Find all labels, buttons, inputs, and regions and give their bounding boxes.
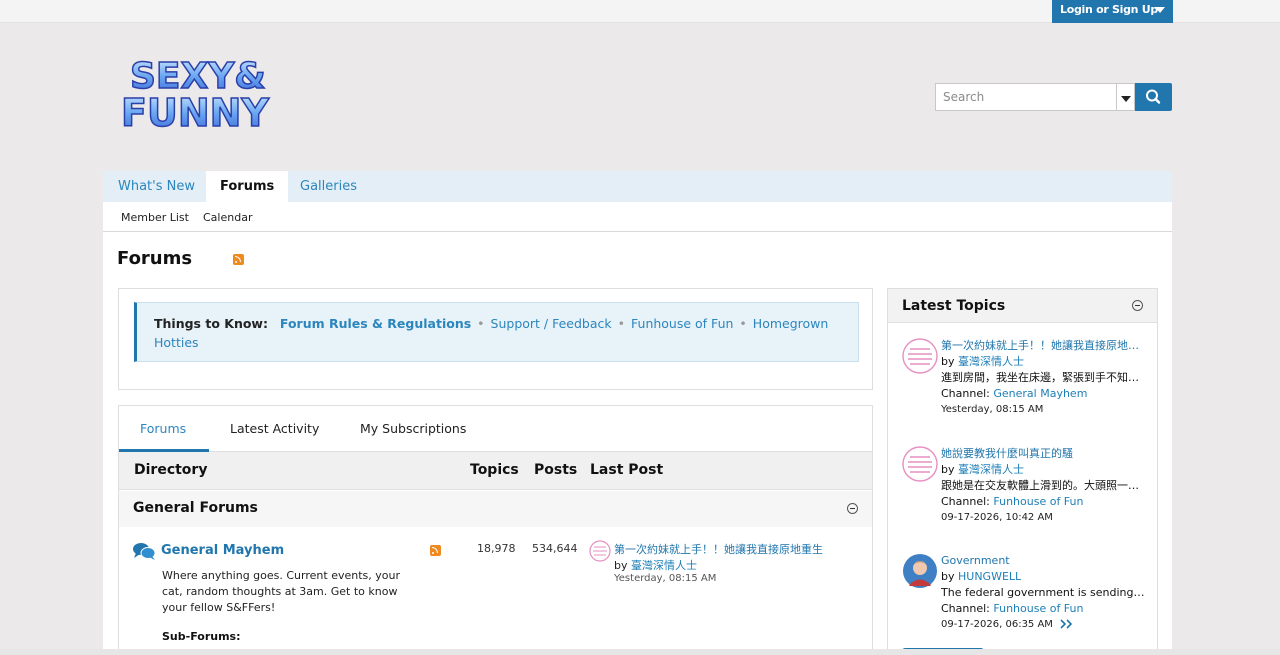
login-signup-label: Login or Sign Up bbox=[1060, 3, 1158, 16]
top-bar: Login or Sign Up bbox=[0, 0, 1280, 23]
forum-posts-count: 534,644 bbox=[532, 542, 578, 555]
by-label: by bbox=[614, 559, 628, 572]
last-post-time: Yesterday, 08:15 AM bbox=[614, 573, 717, 584]
widget-header: Latest Topics bbox=[888, 289, 1157, 323]
topic-item: 第一次約妹就上手！！她讓我直接原地重... by 臺灣深情人士 進到房間，我坐在… bbox=[941, 338, 1146, 418]
forum-topics-count: 18,978 bbox=[477, 542, 516, 555]
things-to-know-notice: Things to Know: Forum Rules & Regulation… bbox=[134, 302, 859, 362]
topic-excerpt: 進到房間，我坐在床邊，緊張到手不知道... bbox=[941, 371, 1146, 384]
page-bottom-edge bbox=[0, 649, 1280, 655]
by-label: by bbox=[941, 355, 955, 368]
topic-excerpt: 跟她是在交友軟體上滑到的。大頭照一張... bbox=[941, 479, 1146, 492]
tab-latest-activity[interactable]: Latest Activity bbox=[230, 421, 319, 436]
subnav-member-list[interactable]: Member List bbox=[121, 211, 189, 224]
topic-avatar bbox=[903, 554, 937, 588]
topic-avatar bbox=[902, 338, 938, 374]
topic-time: 09-17-2026, 06:35 AM bbox=[941, 619, 1053, 630]
page-title: Forums bbox=[117, 248, 193, 269]
section-header: General Forums bbox=[119, 491, 872, 527]
link-forum-rules[interactable]: Forum Rules & Regulations bbox=[280, 316, 471, 331]
main-nav: What's New Forums Galleries bbox=[103, 171, 1172, 202]
forum-listing: Forums Latest Activity My Subscriptions … bbox=[118, 405, 873, 655]
topic-author-link[interactable]: 臺灣深情人士 bbox=[958, 463, 1024, 476]
caret-down-icon bbox=[1121, 96, 1131, 102]
search-icon bbox=[1146, 89, 1161, 104]
forum-name-link[interactable]: General Mayhem bbox=[161, 543, 284, 558]
collapse-icon[interactable] bbox=[847, 503, 858, 514]
topic-channel-link[interactable]: General Mayhem bbox=[993, 387, 1087, 400]
sub-nav: Member List Calendar bbox=[103, 202, 1172, 232]
directory-header: Directory Topics Posts Last Post bbox=[119, 452, 872, 490]
last-post-avatar bbox=[589, 540, 611, 562]
channel-label: Channel: bbox=[941, 602, 990, 615]
topic-author-link[interactable]: 臺灣深情人士 bbox=[958, 355, 1024, 368]
link-funhouse-of-fun[interactable]: Funhouse of Fun bbox=[631, 316, 733, 331]
col-last-post: Last Post bbox=[590, 462, 664, 478]
section-title: General Forums bbox=[133, 500, 258, 516]
forum-rss-icon[interactable] bbox=[430, 545, 441, 556]
subforums-label: Sub-Forums: bbox=[162, 630, 241, 643]
link-support-feedback[interactable]: Support / Feedback bbox=[491, 316, 612, 331]
search-bar bbox=[935, 83, 1172, 111]
forum-chat-icon bbox=[133, 543, 156, 560]
topic-channel-link[interactable]: Funhouse of Fun bbox=[993, 602, 1083, 615]
topic-item: 她說要教我什麼叫真正的騷 by 臺灣深情人士 跟她是在交友軟體上滑到的。大頭照一… bbox=[941, 446, 1146, 526]
last-post-author-link[interactable]: 臺灣深情人士 bbox=[631, 559, 697, 572]
announcement-box: Things to Know: Forum Rules & Regulation… bbox=[118, 288, 873, 390]
topic-avatar bbox=[902, 446, 938, 482]
rss-icon[interactable] bbox=[233, 254, 244, 265]
forum-tabs: Forums Latest Activity My Subscriptions bbox=[119, 406, 872, 452]
subnav-calendar[interactable]: Calendar bbox=[203, 211, 252, 224]
topic-excerpt: The federal government is sending ... bbox=[941, 586, 1146, 599]
chevron-down-icon bbox=[1155, 7, 1165, 13]
topic-time: Yesterday, 08:15 AM bbox=[941, 404, 1044, 415]
tab-my-subscriptions[interactable]: My Subscriptions bbox=[360, 421, 466, 436]
last-post-byline: by 臺灣深情人士 bbox=[614, 557, 697, 573]
widget-collapse-icon[interactable] bbox=[1132, 300, 1143, 311]
search-options-dropdown[interactable] bbox=[1116, 83, 1135, 111]
tab-forums-list[interactable]: Forums bbox=[140, 421, 186, 436]
forum-description: Where anything goes. Current events, you… bbox=[162, 569, 400, 614]
topic-title-link[interactable]: Government bbox=[941, 553, 1146, 569]
topic-title-link[interactable]: 第一次約妹就上手！！她讓我直接原地重... bbox=[941, 338, 1146, 354]
by-label: by bbox=[941, 570, 955, 583]
widget-title: Latest Topics bbox=[902, 298, 1006, 314]
tab-forums[interactable]: Forums bbox=[206, 171, 289, 202]
channel-label: Channel: bbox=[941, 387, 990, 400]
topic-time-row: 09-17-2026, 06:35 AM bbox=[941, 617, 1146, 633]
by-label: by bbox=[941, 463, 955, 476]
channel-label: Channel: bbox=[941, 495, 990, 508]
site-logo[interactable]: SEXY& FUNNY bbox=[118, 52, 293, 132]
col-directory: Directory bbox=[134, 462, 208, 478]
search-button[interactable] bbox=[1135, 83, 1172, 111]
double-chevron-right-icon[interactable] bbox=[1060, 619, 1074, 629]
topic-time: 09-17-2026, 10:42 AM bbox=[941, 512, 1053, 523]
col-posts: Posts bbox=[534, 462, 578, 478]
tab-whats-new[interactable]: What's New bbox=[118, 171, 195, 202]
search-input[interactable] bbox=[935, 83, 1117, 111]
logo-text-line2: FUNNY bbox=[121, 91, 269, 132]
topic-author-link[interactable]: HUNGWELL bbox=[958, 570, 1021, 583]
forum-row: General Mayhem Where anything goes. Curr… bbox=[119, 527, 872, 655]
tab-galleries[interactable]: Galleries bbox=[300, 171, 357, 202]
last-post-title-link[interactable]: 第一次約妹就上手！！她讓我直接原地重生 bbox=[614, 541, 823, 557]
latest-topics-widget: Latest Topics 第一次約妹就上手！！她讓我直接原地重... by 臺… bbox=[887, 288, 1158, 655]
things-to-know-label: Things to Know: bbox=[154, 316, 268, 331]
topic-item: Government by HUNGWELL The federal gover… bbox=[941, 553, 1146, 633]
topic-channel-link[interactable]: Funhouse of Fun bbox=[993, 495, 1083, 508]
login-signup-button[interactable]: Login or Sign Up bbox=[1052, 0, 1173, 23]
col-topics: Topics bbox=[470, 462, 519, 478]
topic-title-link[interactable]: 她說要教我什麼叫真正的騷 bbox=[941, 446, 1146, 462]
